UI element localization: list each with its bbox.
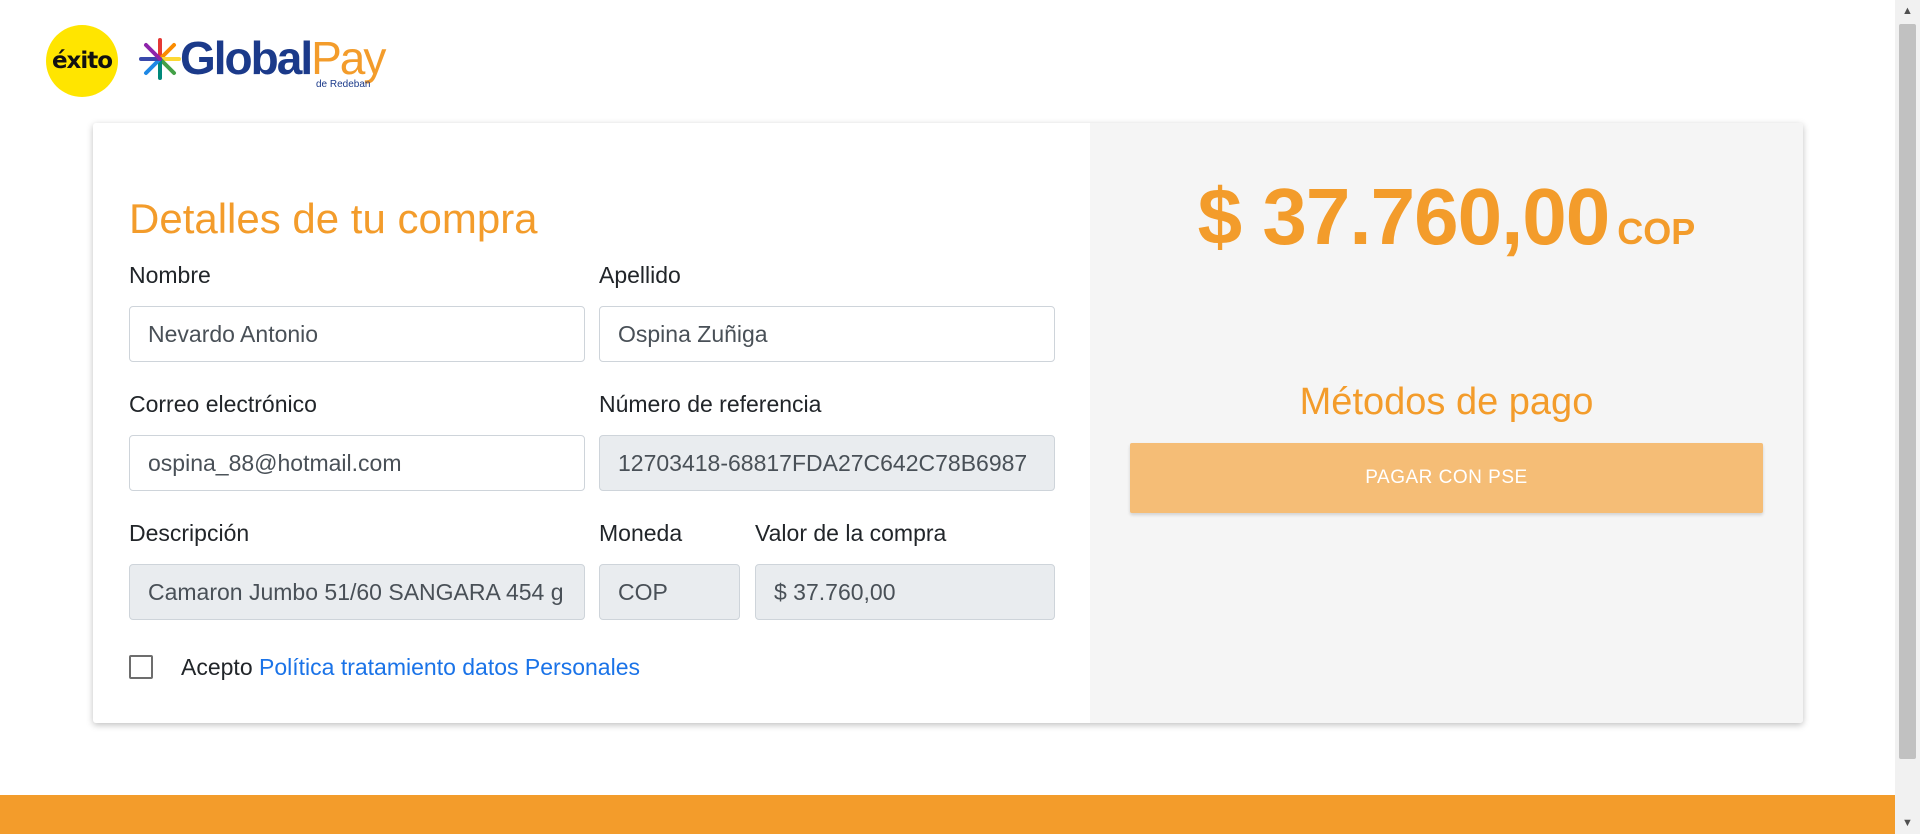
reference-number-field[interactable]: 12703418-68817FDA27C642C78B6987	[599, 435, 1055, 491]
purchase-details-title: Detalles de tu compra	[129, 195, 538, 242]
currency-field[interactable]: COP	[599, 564, 740, 620]
purchase-value-field[interactable]: $ 37.760,00	[755, 564, 1055, 620]
apellido-field[interactable]: Ospina Zuñiga	[599, 306, 1055, 362]
total-amount-value: $ 37.760,00	[1197, 172, 1611, 261]
privacy-policy-link[interactable]: Política tratamiento datos Personales	[259, 654, 640, 680]
moneda-label: Moneda	[599, 520, 683, 546]
globalpay-mark-icon	[139, 38, 181, 80]
globalpay-logo: GlobalPay de Redeban	[138, 25, 388, 97]
accept-policy-checkbox[interactable]	[129, 655, 153, 679]
footer-bar	[0, 795, 1895, 834]
accept-label: Acepto	[181, 654, 253, 680]
email-field[interactable]: ospina_88@hotmail.com	[129, 435, 585, 491]
nombre-label: Nombre	[129, 262, 211, 288]
scroll-up-icon[interactable]: ▲	[1895, 0, 1920, 22]
exito-logo-text: éxito	[51, 48, 113, 74]
scrollbar-thumb[interactable]	[1899, 24, 1916, 759]
scroll-down-icon[interactable]: ▼	[1895, 812, 1920, 834]
payment-methods-title: Métodos de pago	[1299, 381, 1594, 423]
accept-policy-text: Acepto Política tratamiento datos Person…	[181, 654, 640, 681]
valor-label: Valor de la compra	[755, 520, 947, 546]
total-amount-currency: COP	[1617, 211, 1696, 252]
payment-summary-panel: $ 37.760,00 COP Métodos de pago PAGAR CON…	[1090, 123, 1803, 723]
globalpay-subtitle: de Redeban	[316, 79, 371, 90]
descripcion-label: Descripción	[129, 520, 250, 546]
pay-with-pse-button[interactable]: PAGAR CON PSE	[1130, 443, 1763, 513]
description-field[interactable]: Camaron Jumbo 51/60 SANGARA 454 g	[129, 564, 585, 620]
vertical-scrollbar[interactable]: ▲ ▼	[1895, 0, 1920, 834]
checkout-card: Detalles de tu compra Nombre Nevardo Ant…	[93, 123, 1803, 723]
header-logos: éxito GlobalPay de Redeban	[46, 25, 388, 97]
globalpay-wordmark: GlobalPay	[180, 32, 386, 84]
referencia-label: Número de referencia	[599, 391, 822, 417]
apellido-label: Apellido	[599, 262, 681, 288]
nombre-field[interactable]: Nevardo Antonio	[129, 306, 585, 362]
correo-label: Correo electrónico	[129, 391, 317, 417]
exito-logo: éxito	[46, 25, 118, 97]
total-amount: $ 37.760,00 COP	[1090, 171, 1803, 263]
